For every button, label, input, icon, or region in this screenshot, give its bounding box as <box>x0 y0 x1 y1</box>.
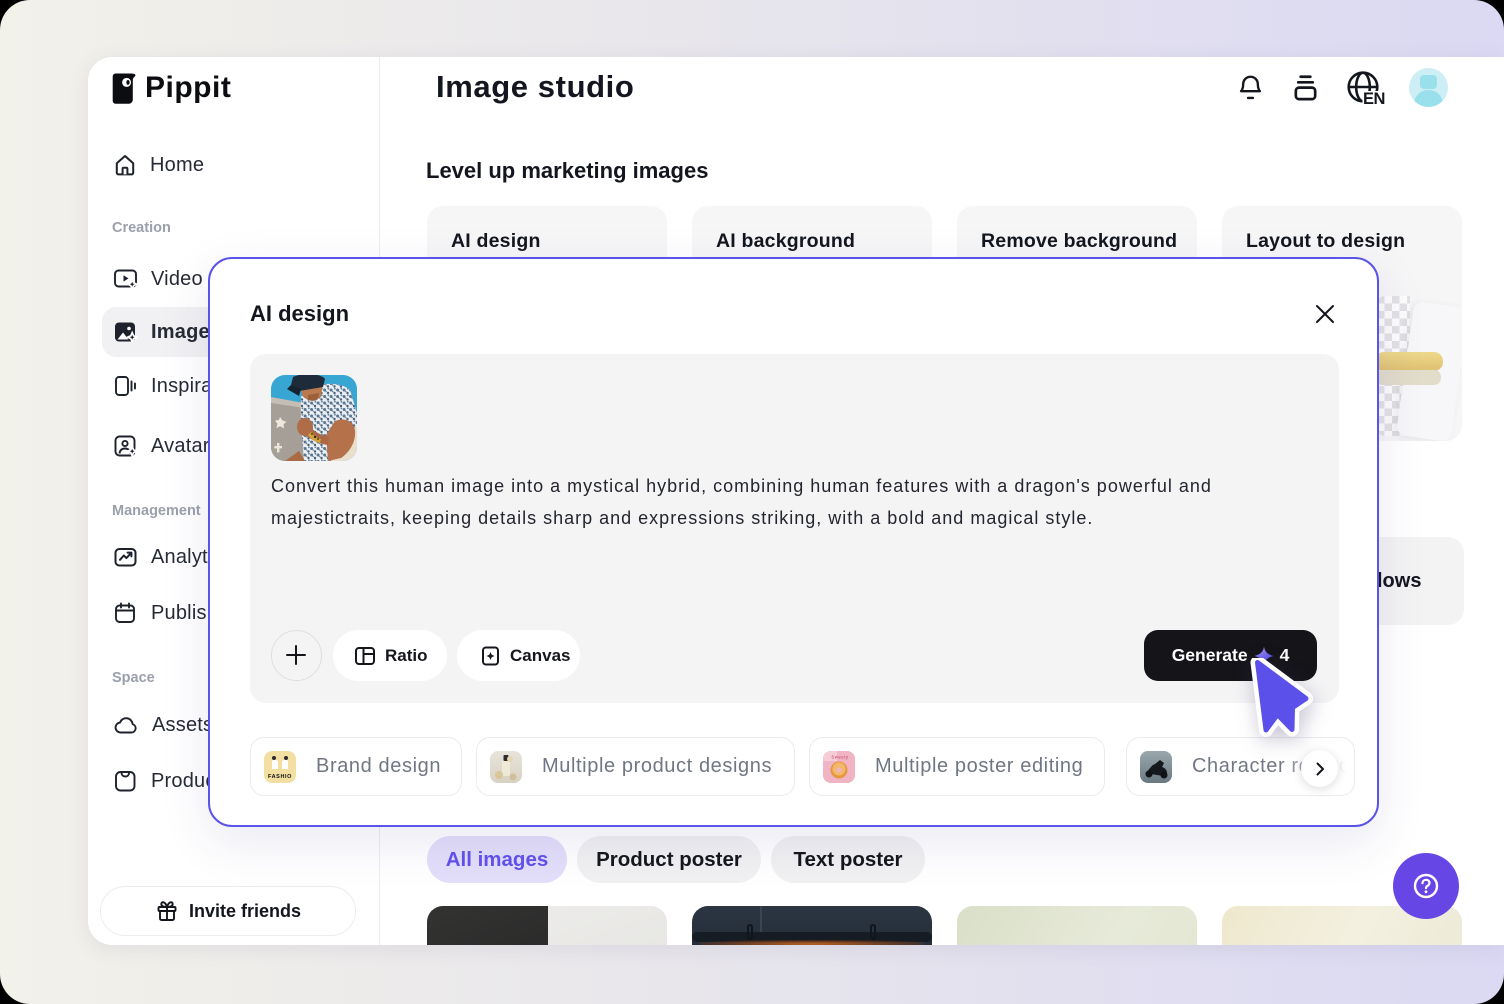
svg-text:EN: EN <box>1363 90 1385 107</box>
svg-text:Sweety: Sweety <box>831 754 849 759</box>
svg-text:FASHIO: FASHIO <box>268 774 292 780</box>
